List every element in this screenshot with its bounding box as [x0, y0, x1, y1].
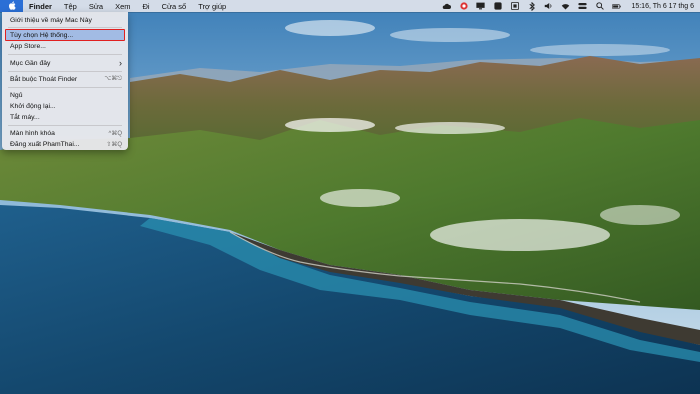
apple-menu-dropdown: Giới thiệu về máy Mac Này Tùy chọn Hệ th… — [2, 12, 128, 150]
menu-bar: Finder Tệp Sửa Xem Đi Cửa sổ Trợ giúp 15… — [0, 0, 700, 12]
shortcut-force-quit: ⌥⌘⎋ — [104, 76, 122, 82]
shortcut-lock-screen: ^⌘Q — [108, 130, 122, 137]
menu-edit[interactable]: Sửa — [83, 0, 109, 12]
menu-item-recent-items[interactable]: Mục Gần đây › — [2, 58, 128, 68]
battery-icon[interactable] — [612, 2, 622, 10]
volume-icon[interactable] — [544, 2, 553, 10]
menu-finder[interactable]: Finder — [23, 0, 58, 12]
square-icon[interactable] — [493, 2, 502, 10]
menu-separator — [8, 87, 122, 88]
monitor-icon[interactable] — [476, 2, 486, 10]
bluetooth-icon[interactable] — [527, 1, 536, 11]
menu-item-restart[interactable]: Khởi động lại... — [2, 101, 128, 111]
menu-window[interactable]: Cửa sổ — [156, 0, 193, 12]
menu-item-system-preferences[interactable]: Tùy chọn Hệ thống... — [2, 30, 128, 40]
menu-separator — [8, 27, 122, 28]
menu-item-log-out[interactable]: Đăng xuất PhamThai... ⇧⌘Q — [2, 139, 128, 149]
menu-go[interactable]: Đi — [136, 0, 155, 12]
menu-help[interactable]: Trợ giúp — [192, 0, 232, 12]
wifi-icon[interactable] — [561, 2, 570, 10]
record-icon[interactable] — [459, 2, 468, 10]
menu-item-sleep[interactable]: Ngủ — [2, 90, 128, 100]
menu-item-about-this-mac[interactable]: Giới thiệu về máy Mac Này — [2, 15, 128, 25]
shortcut-log-out: ⇧⌘Q — [106, 141, 122, 148]
menubar-clock[interactable]: 15:16, Th 6 17 thg 6 — [631, 3, 694, 10]
menu-item-shut-down[interactable]: Tắt máy... — [2, 112, 128, 122]
menu-separator — [8, 71, 122, 72]
stop-icon[interactable] — [510, 2, 519, 10]
menu-item-lock-screen[interactable]: Màn hình khóa ^⌘Q — [2, 128, 128, 138]
menu-separator — [8, 125, 122, 126]
control-center-icon[interactable] — [578, 2, 588, 10]
menu-item-force-quit[interactable]: Bắt buộc Thoát Finder ⌥⌘⎋ — [2, 74, 128, 84]
apple-menu-button[interactable] — [0, 0, 23, 12]
menu-view[interactable]: Xem — [109, 0, 136, 12]
menu-separator — [8, 54, 122, 55]
cloud-icon[interactable] — [442, 2, 452, 10]
apple-icon — [8, 0, 16, 12]
menu-item-app-store[interactable]: App Store... — [2, 41, 128, 51]
chevron-right-icon: › — [119, 58, 122, 68]
menu-file[interactable]: Tệp — [58, 0, 83, 12]
search-icon[interactable] — [595, 2, 604, 10]
